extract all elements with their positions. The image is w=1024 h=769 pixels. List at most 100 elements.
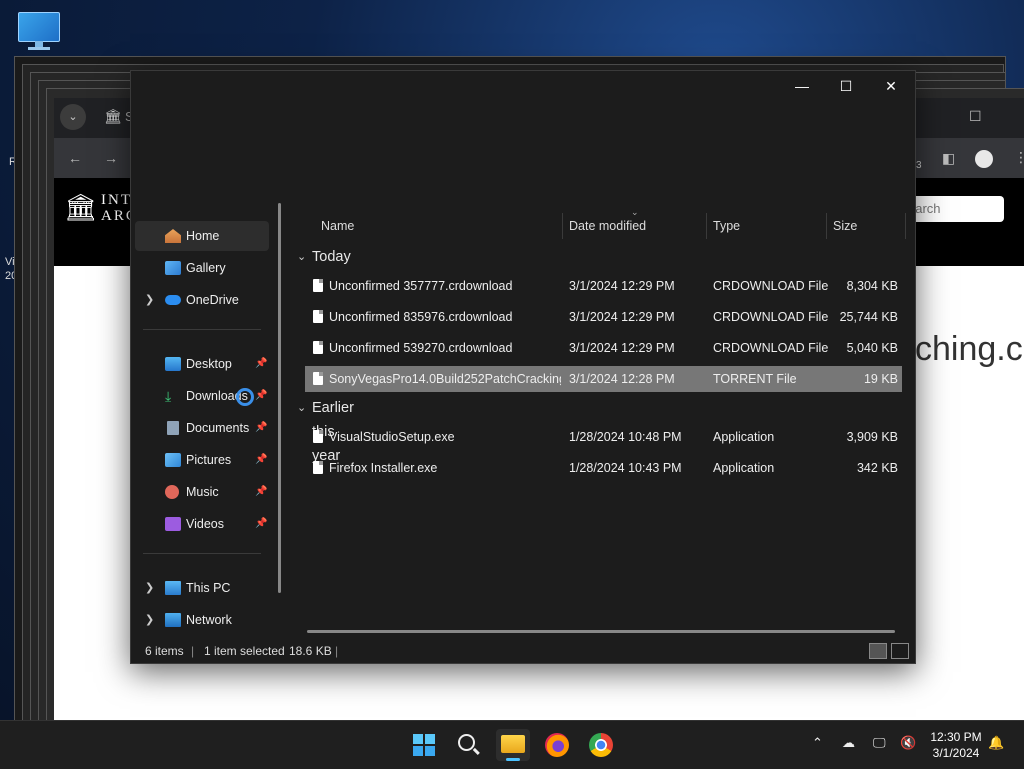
maximize-icon[interactable]: ☐ — [969, 108, 982, 125]
sidebar-item-network[interactable]: ❯ Network — [135, 605, 269, 635]
chevron-down-icon[interactable]: ⌄ — [297, 245, 306, 269]
file-date: 3/1/2024 12:29 PM — [569, 310, 675, 324]
file-explorer-icon — [501, 735, 525, 753]
back-icon[interactable]: ← — [68, 150, 82, 166]
file-name: SonyVegasPro14.0Build252PatchCracking... — [329, 372, 561, 386]
start-icon — [413, 734, 435, 756]
column-divider[interactable] — [562, 213, 563, 239]
file-explorer-taskbar-button[interactable] — [496, 729, 530, 761]
cloud-icon — [165, 295, 181, 305]
sidebar-item-label: Documents — [186, 421, 250, 435]
status-separator: | — [335, 644, 339, 658]
profile-icon[interactable] — [975, 150, 993, 168]
minimize-button[interactable]: — — [779, 71, 825, 101]
sidebar-item-label: Home — [186, 229, 220, 243]
file-type: TORRENT File — [713, 372, 797, 386]
status-separator: | — [191, 644, 195, 658]
videos-icon — [165, 517, 181, 531]
clock-date: 3/1/2024 — [932, 746, 980, 760]
sidebar-item-home[interactable]: Home — [135, 221, 269, 251]
sidebar-item-this-pc[interactable]: ❯ This PC — [135, 573, 269, 603]
sidebar-item-label: Network — [186, 613, 232, 627]
file-row[interactable]: Unconfirmed 539270.crdownload 3/1/2024 1… — [305, 335, 902, 361]
sidebar-item-videos[interactable]: Videos 📌 — [135, 509, 269, 539]
sidebar-item-pictures[interactable]: Pictures 📌 — [135, 445, 269, 475]
home-icon — [165, 229, 181, 243]
file-icon — [313, 430, 323, 443]
file-list-scrollbar[interactable] — [307, 630, 895, 633]
sidebar-item-label: Pictures — [186, 453, 232, 467]
system-clock[interactable]: 12:30 PM 3/1/2024 — [924, 729, 988, 761]
file-row[interactable]: VisualStudioSetup.exe 1/28/2024 10:48 PM… — [305, 424, 902, 450]
file-date: 3/1/2024 12:29 PM — [569, 279, 675, 293]
file-type: CRDOWNLOAD File — [713, 341, 829, 355]
file-name: Firefox Installer.exe — [329, 461, 438, 475]
title-bar: — ☐ ✕ — [131, 71, 915, 101]
file-explorer-window: — ☐ ✕ Home Gallery ❯ OneDrive Desktop 📌 … — [130, 70, 916, 664]
column-header-type[interactable]: Type — [713, 213, 740, 239]
file-name: VisualStudioSetup.exe — [329, 430, 455, 444]
column-header-size[interactable]: Size — [833, 213, 857, 239]
gallery-icon — [165, 261, 181, 275]
file-row-selected[interactable]: SonyVegasPro14.0Build252PatchCracking...… — [305, 366, 902, 392]
sidebar-item-onedrive[interactable]: ❯ OneDrive — [135, 285, 269, 315]
forward-icon[interactable]: → — [104, 150, 118, 166]
file-type: CRDOWNLOAD File — [713, 279, 829, 293]
column-divider[interactable] — [905, 213, 906, 239]
file-size: 8,304 KB — [846, 279, 898, 293]
sort-indicator-icon: ⌄ — [631, 207, 639, 217]
sidebar-item-label: OneDrive — [186, 293, 239, 307]
file-icon — [313, 279, 323, 292]
menu-icon[interactable]: ⋮ — [1014, 149, 1024, 166]
maximize-button[interactable]: ☐ — [823, 71, 869, 101]
music-icon — [165, 485, 179, 499]
file-size: 25,744 KB — [839, 310, 898, 324]
file-row[interactable]: Unconfirmed 835976.crdownload 3/1/2024 1… — [305, 304, 902, 330]
tiles-view-button[interactable] — [891, 643, 909, 659]
volume-muted-icon[interactable]: 🔇 — [900, 735, 916, 751]
pin-icon: 📌 — [255, 518, 268, 529]
close-button[interactable]: ✕ — [868, 71, 914, 101]
file-name: Unconfirmed 539270.crdownload — [329, 341, 513, 355]
network-icon[interactable]: 🖵 — [873, 735, 886, 751]
details-view-button[interactable] — [869, 643, 887, 659]
notification-bell-icon[interactable]: 🔔 — [988, 735, 1004, 751]
chevron-down-icon[interactable]: ⌄ — [297, 396, 306, 420]
file-date: 3/1/2024 12:28 PM — [569, 372, 675, 386]
navigation-scrollbar[interactable] — [278, 203, 281, 593]
bank-icon: 🏛 — [104, 108, 122, 124]
documents-icon — [167, 421, 179, 435]
file-type: Application — [713, 430, 775, 444]
file-row[interactable]: Firefox Installer.exe 1/28/2024 10:43 PM… — [305, 455, 902, 481]
sidebar-item-music[interactable]: Music 📌 — [135, 477, 269, 507]
taskbar-search-button[interactable] — [451, 729, 485, 761]
chevron-right-icon[interactable]: ❯ — [145, 285, 154, 315]
extension-badge[interactable]: 3 — [916, 160, 922, 171]
sidebar-item-downloads[interactable]: ⤓ Downloads 📌 — [135, 381, 269, 411]
sidebar-icon[interactable]: ◧ — [942, 150, 955, 167]
chevron-right-icon[interactable]: ❯ — [145, 573, 154, 603]
chevron-right-icon[interactable]: ❯ — [145, 605, 154, 635]
start-button[interactable] — [407, 729, 441, 761]
sidebar-item-desktop[interactable]: Desktop 📌 — [135, 349, 269, 379]
onedrive-offline-icon[interactable]: ☁ — [842, 735, 855, 751]
chrome-taskbar-button[interactable] — [584, 729, 618, 761]
pin-icon: 📌 — [255, 358, 268, 369]
file-row[interactable]: Unconfirmed 357777.crdownload 3/1/2024 1… — [305, 273, 902, 299]
file-type: CRDOWNLOAD File — [713, 310, 829, 324]
firefox-icon — [545, 733, 569, 757]
file-size: 19 KB — [863, 372, 898, 386]
column-header-name[interactable]: Name — [321, 213, 354, 239]
this-pc-icon[interactable] — [16, 10, 62, 50]
column-divider[interactable] — [706, 213, 707, 239]
sidebar-item-documents[interactable]: Documents 📌 — [135, 413, 269, 443]
archive-logo-icon: 🏛 — [64, 192, 98, 222]
column-divider[interactable] — [826, 213, 827, 239]
this-pc-icon — [165, 581, 181, 595]
tab-dropdown-button[interactable]: ⌄ — [60, 104, 86, 130]
chevron-up-icon[interactable]: ⌃ — [812, 735, 823, 751]
firefox-taskbar-button[interactable] — [540, 729, 574, 761]
pin-icon: 📌 — [255, 454, 268, 465]
sidebar-item-gallery[interactable]: Gallery — [135, 253, 269, 283]
file-list: Name Date modified ⌄ Type Size ⌄ Today U… — [289, 207, 915, 633]
